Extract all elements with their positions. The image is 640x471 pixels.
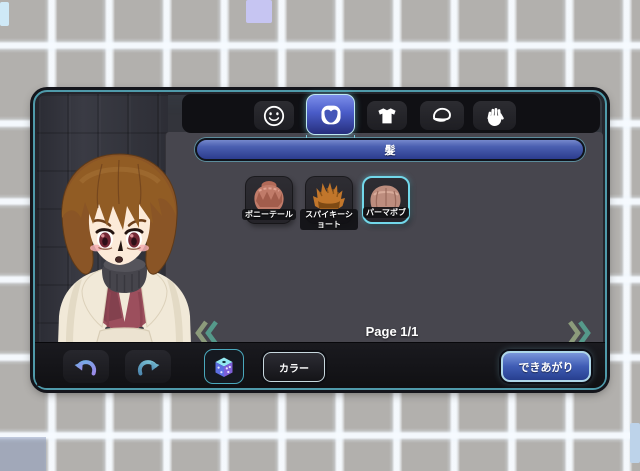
item-spiky-short[interactable]: スパイキーショート bbox=[300, 176, 358, 230]
redo-arrow-icon bbox=[137, 359, 160, 375]
category-header: 髪 bbox=[195, 138, 585, 161]
undo-arrow-icon bbox=[74, 359, 97, 375]
cap-icon bbox=[433, 107, 451, 122]
page-indicator: Page 1/1 bbox=[365, 324, 419, 339]
done-button-label: できあがり bbox=[518, 361, 574, 374]
item-label: ポニーテール bbox=[242, 208, 296, 220]
accent-tile-bottom-right bbox=[630, 423, 640, 463]
toolbar: カラー できあがり bbox=[35, 342, 605, 388]
item-content-area bbox=[165, 132, 603, 345]
item-perm-bob-selected[interactable]: パーマボブ bbox=[362, 176, 410, 224]
color-button-label: カラー bbox=[279, 363, 309, 375]
redo-button[interactable] bbox=[125, 350, 171, 383]
randomize-button[interactable] bbox=[204, 349, 244, 384]
smiley-icon bbox=[263, 105, 285, 126]
tshirt-icon bbox=[378, 107, 396, 123]
hair-thumbnail-spiky bbox=[313, 182, 345, 210]
hair-icon bbox=[320, 105, 341, 124]
item-label: パーマボブ bbox=[363, 206, 409, 218]
item-ponytail[interactable]: ポニーテール bbox=[242, 176, 296, 224]
undo-button[interactable] bbox=[63, 350, 109, 383]
item-label: スパイキーショート bbox=[300, 209, 358, 230]
color-button[interactable]: カラー bbox=[263, 352, 325, 382]
tab-hair[interactable] bbox=[306, 94, 355, 135]
accent-tile-lavender bbox=[246, 0, 272, 23]
accent-tile-bottom-left bbox=[0, 437, 46, 471]
hand-icon bbox=[487, 107, 504, 126]
avatar-editor-panel: 髪 ポニーテール スパイキーショート パーマボブ Page 1/1 カラー でき… bbox=[33, 90, 607, 390]
dice-icon bbox=[215, 357, 233, 377]
accent-tile-lightblue bbox=[0, 2, 9, 26]
done-button[interactable]: できあがり bbox=[501, 351, 591, 382]
tab-face[interactable] bbox=[254, 101, 294, 130]
category-title: 髪 bbox=[384, 144, 396, 157]
tab-hat[interactable] bbox=[420, 101, 464, 130]
character-preview bbox=[58, 153, 191, 345]
tab-clothes[interactable] bbox=[367, 101, 407, 130]
tab-hand[interactable] bbox=[473, 101, 516, 130]
